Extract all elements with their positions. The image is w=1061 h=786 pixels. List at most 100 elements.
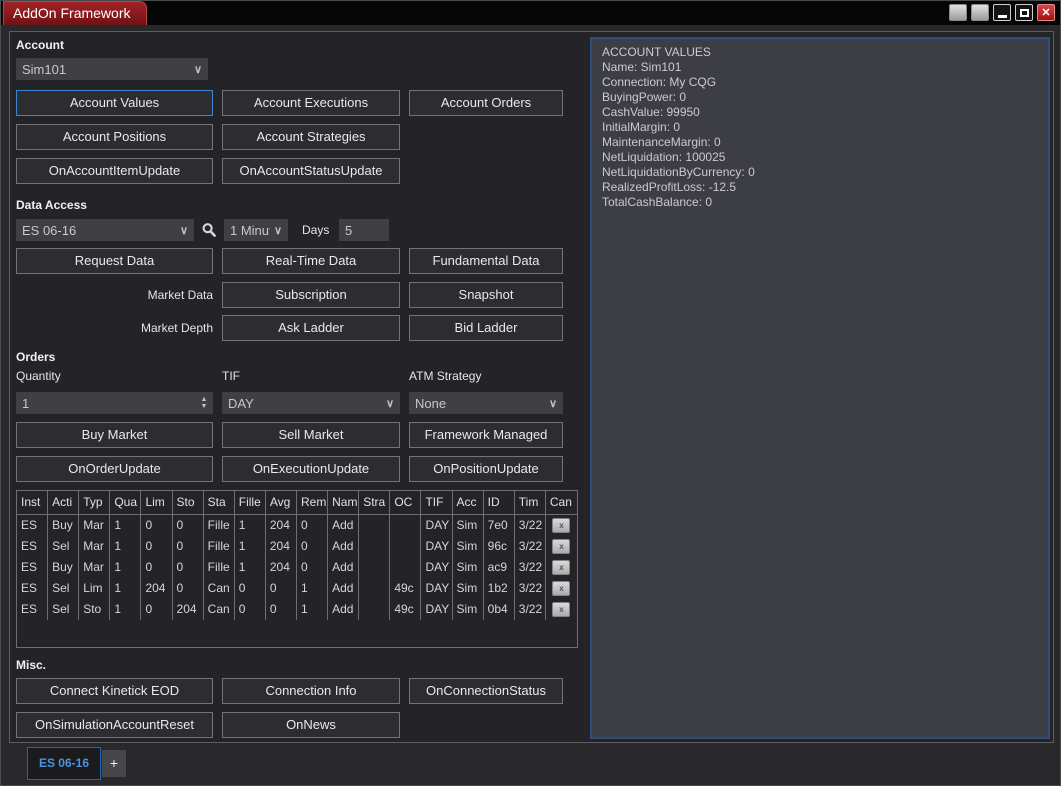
account-positions-button[interactable]: Account Positions <box>16 124 213 150</box>
column-header[interactable]: Typ <box>79 491 110 514</box>
output-lines: ACCOUNT VALUESName: Sim101Connection: My… <box>602 45 1038 210</box>
on-position-update-button[interactable]: OnPositionUpdate <box>409 456 563 482</box>
column-header[interactable]: Rem <box>297 491 328 514</box>
subscription-button[interactable]: Subscription <box>222 282 400 308</box>
cancel-cell: x <box>546 515 577 536</box>
cancel-order-button[interactable]: x <box>552 560 570 575</box>
table-cell: 0 <box>173 515 204 536</box>
cancel-cell: x <box>546 536 577 557</box>
column-header[interactable]: Nam <box>328 491 359 514</box>
atm-strategy-dropdown[interactable]: None ∨ <box>409 392 563 414</box>
column-header[interactable]: Inst <box>17 491 48 514</box>
cancel-order-button[interactable]: x <box>552 518 570 533</box>
column-header[interactable]: OC <box>390 491 421 514</box>
on-order-update-button[interactable]: OnOrderUpdate <box>16 456 213 482</box>
titlebar[interactable]: AddOn Framework ✕ <box>1 1 1060 25</box>
table-cell: 0 <box>141 599 172 620</box>
account-dropdown[interactable]: Sim101 ∨ <box>16 58 208 80</box>
account-strategies-button[interactable]: Account Strategies <box>222 124 400 150</box>
table-cell: 204 <box>266 557 297 578</box>
table-row[interactable]: ESBuyMar100Fille12040AddDAYSimac93/22x <box>17 557 577 578</box>
window-extra-button-1[interactable] <box>949 4 967 21</box>
connection-info-button[interactable]: Connection Info <box>222 678 400 704</box>
column-header[interactable]: Stra <box>359 491 390 514</box>
table-cell: 3/22 <box>515 578 546 599</box>
column-header[interactable]: ID <box>484 491 515 514</box>
quantity-spinner[interactable]: ▲ ▼ <box>197 392 211 414</box>
account-executions-button[interactable]: Account Executions <box>222 90 400 116</box>
column-header[interactable]: Acti <box>48 491 79 514</box>
window-extra-button-2[interactable] <box>971 4 989 21</box>
maximize-button[interactable] <box>1015 4 1033 21</box>
framework-managed-button[interactable]: Framework Managed <box>409 422 563 448</box>
output-line: NetLiquidationByCurrency: 0 <box>602 165 1038 180</box>
instrument-search-button[interactable] <box>198 219 220 241</box>
bid-ladder-button[interactable]: Bid Ladder <box>409 315 563 341</box>
column-header[interactable]: Sta <box>204 491 235 514</box>
minimize-icon <box>998 15 1007 18</box>
column-header[interactable]: Acc <box>453 491 484 514</box>
table-row[interactable]: ESBuyMar100Fille12040AddDAYSim7e03/22x <box>17 515 577 536</box>
tab-es-06-16[interactable]: ES 06-16 <box>27 747 101 780</box>
table-cell: 204 <box>173 599 204 620</box>
on-account-status-update-button[interactable]: OnAccountStatusUpdate <box>222 158 400 184</box>
output-line: InitialMargin: 0 <box>602 120 1038 135</box>
ask-ladder-button[interactable]: Ask Ladder <box>222 315 400 341</box>
table-cell: Buy <box>48 557 79 578</box>
chevron-down-icon: ∨ <box>386 397 394 410</box>
column-header[interactable]: Avg <box>266 491 297 514</box>
account-section-label: Account <box>16 38 64 52</box>
add-tab-button[interactable]: + <box>102 750 126 777</box>
snapshot-button[interactable]: Snapshot <box>409 282 563 308</box>
real-time-data-button[interactable]: Real-Time Data <box>222 248 400 274</box>
table-cell: Add <box>328 599 359 620</box>
table-row[interactable]: ESSelSto10204Can001Add49cDAYSim0b43/22x <box>17 599 577 620</box>
quantity-input[interactable] <box>16 392 213 414</box>
table-cell: 1 <box>235 515 266 536</box>
connect-kinetick-eod-button[interactable]: Connect Kinetick EOD <box>16 678 213 704</box>
on-account-item-update-button[interactable]: OnAccountItemUpdate <box>16 158 213 184</box>
instrument-dropdown[interactable]: ES 06-16 ∨ <box>16 219 194 241</box>
on-news-button[interactable]: OnNews <box>222 712 400 738</box>
table-row[interactable]: ESSelMar100Fille12040AddDAYSim96c3/22x <box>17 536 577 557</box>
maximize-icon <box>1020 9 1029 17</box>
account-values-button[interactable]: Account Values <box>16 90 213 116</box>
on-simulation-account-reset-button[interactable]: OnSimulationAccountReset <box>16 712 213 738</box>
cancel-order-button[interactable]: x <box>552 539 570 554</box>
cancel-order-button[interactable]: x <box>552 602 570 617</box>
close-button[interactable]: ✕ <box>1037 4 1055 21</box>
table-cell: 0 <box>173 557 204 578</box>
column-header[interactable]: Sto <box>173 491 204 514</box>
column-header[interactable]: TIF <box>421 491 452 514</box>
spinner-down-icon[interactable]: ▼ <box>201 403 208 410</box>
table-cell <box>359 599 390 620</box>
orders-section-label: Orders <box>16 350 55 364</box>
sell-market-button[interactable]: Sell Market <box>222 422 400 448</box>
table-cell: Add <box>328 515 359 536</box>
buy-market-button[interactable]: Buy Market <box>16 422 213 448</box>
days-label: Days <box>302 223 329 237</box>
fundamental-data-button[interactable]: Fundamental Data <box>409 248 563 274</box>
table-cell: DAY <box>421 536 452 557</box>
output-panel[interactable]: ACCOUNT VALUESName: Sim101Connection: My… <box>590 37 1050 739</box>
on-connection-status-button[interactable]: OnConnectionStatus <box>409 678 563 704</box>
column-header[interactable]: Lim <box>141 491 172 514</box>
quantity-label: Quantity <box>16 369 61 383</box>
column-header[interactable]: Fille <box>235 491 266 514</box>
instrument-dropdown-value: ES 06-16 <box>22 223 176 238</box>
cancel-order-button[interactable]: x <box>552 581 570 596</box>
column-header[interactable]: Qua <box>110 491 141 514</box>
on-execution-update-button[interactable]: OnExecutionUpdate <box>222 456 400 482</box>
minimize-button[interactable] <box>993 4 1011 21</box>
account-orders-button[interactable]: Account Orders <box>409 90 563 116</box>
days-input[interactable] <box>339 219 389 241</box>
request-data-button[interactable]: Request Data <box>16 248 213 274</box>
table-cell: Sel <box>48 536 79 557</box>
spinner-up-icon[interactable]: ▲ <box>201 396 208 403</box>
interval-dropdown[interactable]: 1 Minute ∨ <box>224 219 288 241</box>
table-cell: Can <box>204 578 235 599</box>
tif-dropdown[interactable]: DAY ∨ <box>222 392 400 414</box>
column-header[interactable]: Can <box>546 491 577 514</box>
table-row[interactable]: ESSelLim12040Can001Add49cDAYSim1b23/22x <box>17 578 577 599</box>
column-header[interactable]: Tim <box>515 491 546 514</box>
